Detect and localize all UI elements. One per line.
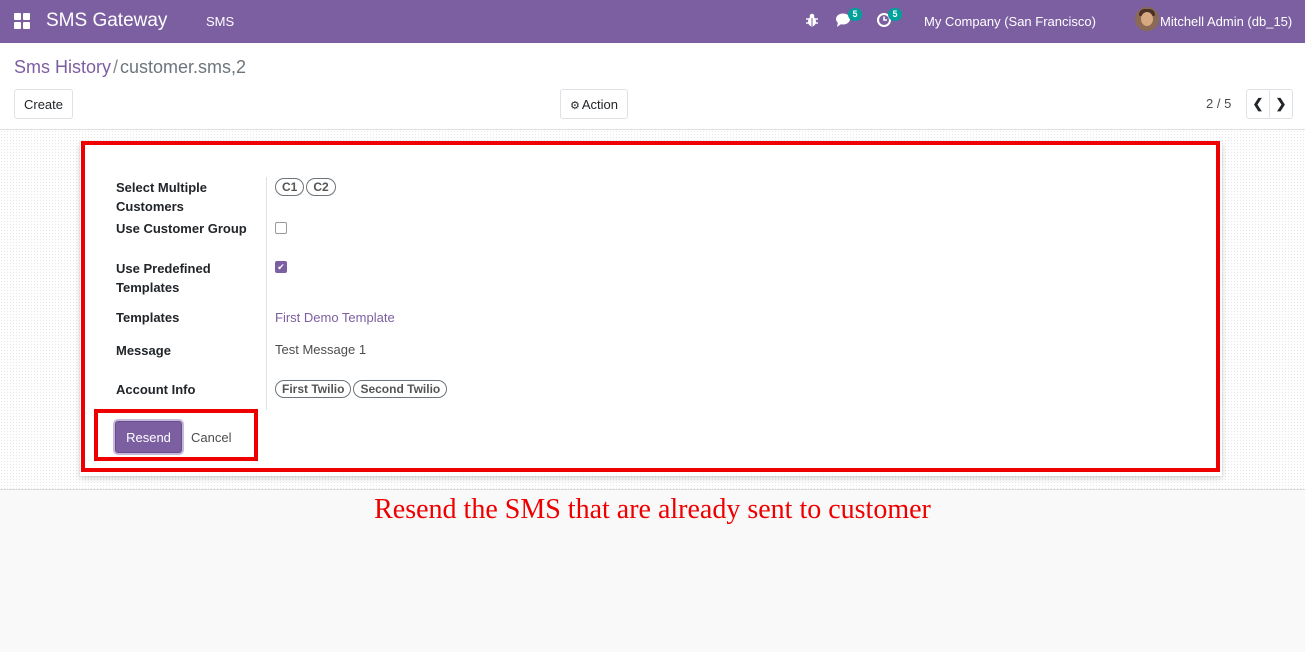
action-label: Action [581,96,618,112]
chat-badge: 5 [848,8,862,21]
breadcrumb-current: customer.sms,2 [120,57,247,77]
avatar[interactable] [1135,7,1159,31]
chat-icon[interactable]: 5 [836,8,862,30]
label-account-info: Account Info [116,382,196,397]
label-templates: Templates [116,310,180,325]
breadcrumb-sms-history[interactable]: Sms History [14,57,111,77]
pager-next-button[interactable]: ❯ [1269,89,1293,119]
customer-tag[interactable]: C2 [306,178,336,196]
pager-value[interactable]: 2 / 5 [1206,96,1231,111]
chevron-right-icon: ❯ [1275,96,1287,111]
company-switcher[interactable]: My Company (San Francisco) [924,14,1096,29]
template-link[interactable]: First Demo Template [275,310,395,325]
customer-tag[interactable]: C1 [275,178,305,196]
bug-icon[interactable] [804,12,822,30]
breadcrumb: Sms History / customer.sms,2 [14,57,246,78]
label-use-predefined-templates: Use Predefined Templates [116,261,211,295]
resend-button[interactable]: Resend [115,421,182,453]
create-button[interactable]: Create [14,89,73,119]
pager-previous-button[interactable]: ❮ [1246,89,1270,119]
annotation-caption: Resend the SMS that are already sent to … [374,494,931,525]
app-name: SMS Gateway [46,10,168,31]
account-tags[interactable]: First Twilio Second Twilio [275,380,449,398]
action-button[interactable]: ⚙ Action [560,89,628,119]
field-divider [266,177,267,410]
activity-clock-icon[interactable]: 5 [876,8,902,30]
customers-tags[interactable]: C1 C2 [275,178,338,196]
customer-group-checkbox[interactable] [275,222,287,234]
predefined-templates-checkbox[interactable]: ✔ [275,261,287,273]
message-value[interactable]: Test Message 1 [275,342,366,357]
account-tag[interactable]: Second Twilio [353,380,448,398]
label-use-customer-group: Use Customer Group [116,221,247,236]
activity-badge: 5 [888,8,902,21]
control-panel: Sms History / customer.sms,2 Create ⚙ Actio… [0,43,1305,130]
menu-sms[interactable]: SMS [206,14,234,29]
cancel-button[interactable]: Cancel [191,430,231,445]
account-tag[interactable]: First Twilio [275,380,352,398]
gear-icon: ⚙ [569,99,580,112]
apps-menu-icon[interactable] [14,13,30,29]
top-navbar: SMS Gateway SMS 5 5 My Company (San Fran… [0,0,1305,43]
user-menu[interactable]: Mitchell Admin (db_15) [1160,14,1292,29]
chevron-left-icon: ❮ [1252,96,1264,111]
breadcrumb-separator: / [113,57,119,77]
label-select-multiple-customers: Select Multiple Customers [116,180,208,214]
label-message: Message [116,343,171,358]
